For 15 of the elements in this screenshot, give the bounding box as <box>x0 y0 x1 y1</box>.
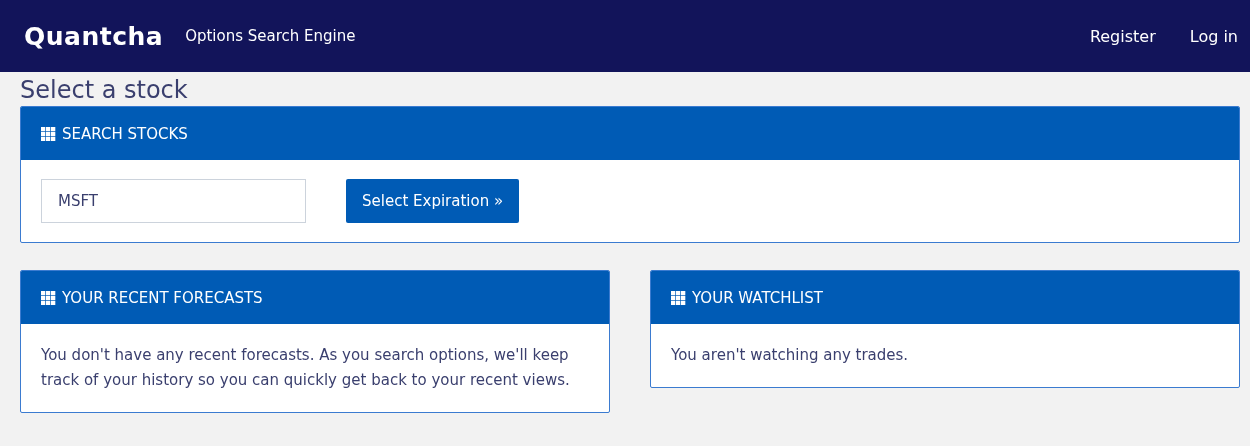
panel-title: YOUR WATCHLIST <box>692 288 823 307</box>
nav-link[interactable]: Register <box>1089 26 1156 46</box>
panel-text: You don't have any recent forecasts. As you search options, we'll keep track of your history so you can quickly get back to your recent views. <box>41 345 571 391</box>
grid-icon <box>41 126 56 141</box>
logo[interactable]: Quantcha <box>24 21 164 51</box>
grid-icon <box>671 290 686 305</box>
panel-title: SEARCH STOCKS <box>62 124 188 143</box>
nav-link[interactable]: Log in <box>1189 26 1238 46</box>
page-title: Select a stock <box>20 76 189 104</box>
panel-title: YOUR RECENT FORECASTS <box>62 288 263 307</box>
grid-icon <box>41 290 56 305</box>
tagline: Options Search Engine <box>185 27 356 45</box>
select-expiration-button[interactable]: Select Expiration » <box>346 179 520 223</box>
panel-text: You aren't watching any trades. <box>671 345 910 366</box>
stock-input-field[interactable]: MSFT <box>41 179 306 223</box>
